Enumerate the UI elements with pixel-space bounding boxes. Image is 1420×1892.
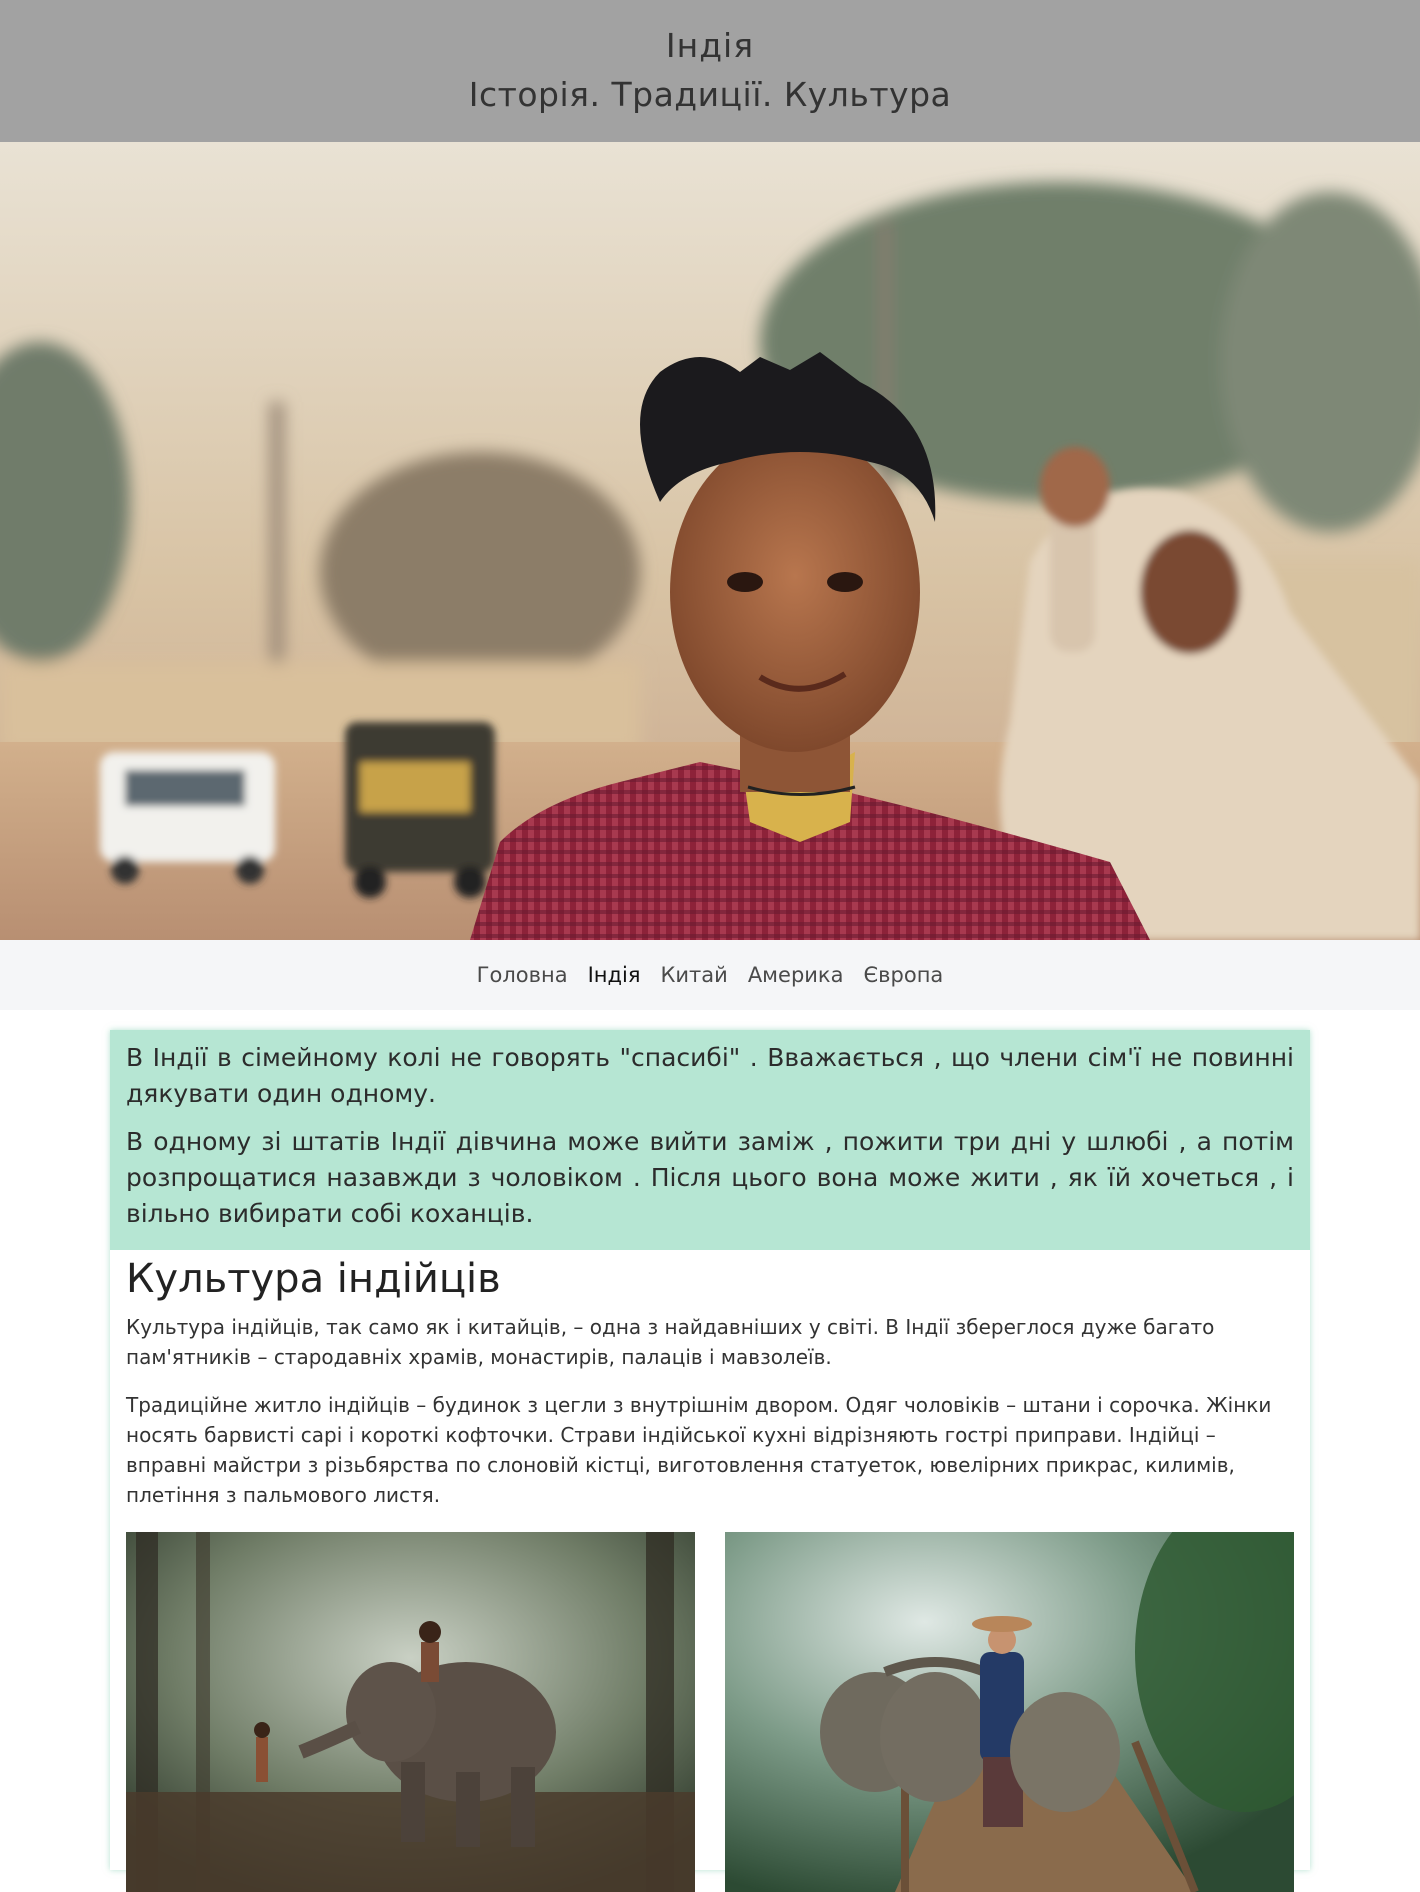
culture-paragraph: Традиційне житло індійців – будинок з це…	[126, 1393, 1272, 1507]
site-title: Індія	[665, 26, 755, 65]
site-header: Індія Історія. Традиції. Культура	[0, 0, 1420, 142]
nav-item-america[interactable]: Америка	[748, 959, 844, 991]
fact-paragraph: В одному зі штатів Індії дівчина може ви…	[126, 1127, 1294, 1228]
culture-paragraph: Культура індійців, так само як і китайці…	[126, 1315, 1215, 1369]
buffalo-photo	[725, 1532, 1294, 1892]
culture-section: Культура індійців Культура індійців, так…	[110, 1254, 1310, 1892]
nav-item-europe[interactable]: Європа	[863, 959, 943, 991]
content-card: В Індії в сімейному колі не говорять "сп…	[110, 1030, 1310, 1892]
elephant-photo	[126, 1532, 695, 1892]
photo-gallery	[126, 1532, 1294, 1892]
site-subtitle: Історія. Традиції. Культура	[468, 75, 952, 114]
culture-heading: Культура індійців	[126, 1256, 501, 1302]
main-nav: Головна Індія Китай Америка Європа	[0, 940, 1420, 1010]
nav-item-home[interactable]: Головна	[477, 959, 568, 991]
hero-photo	[0, 142, 1420, 940]
facts-box: В Індії в сімейному колі не говорять "сп…	[110, 1030, 1310, 1250]
fact-paragraph: В Індії в сімейному колі не говорять "сп…	[126, 1043, 1294, 1108]
nav-item-india[interactable]: Індія	[588, 959, 641, 991]
nav-item-china[interactable]: Китай	[661, 959, 728, 991]
hero-image	[0, 142, 1420, 940]
